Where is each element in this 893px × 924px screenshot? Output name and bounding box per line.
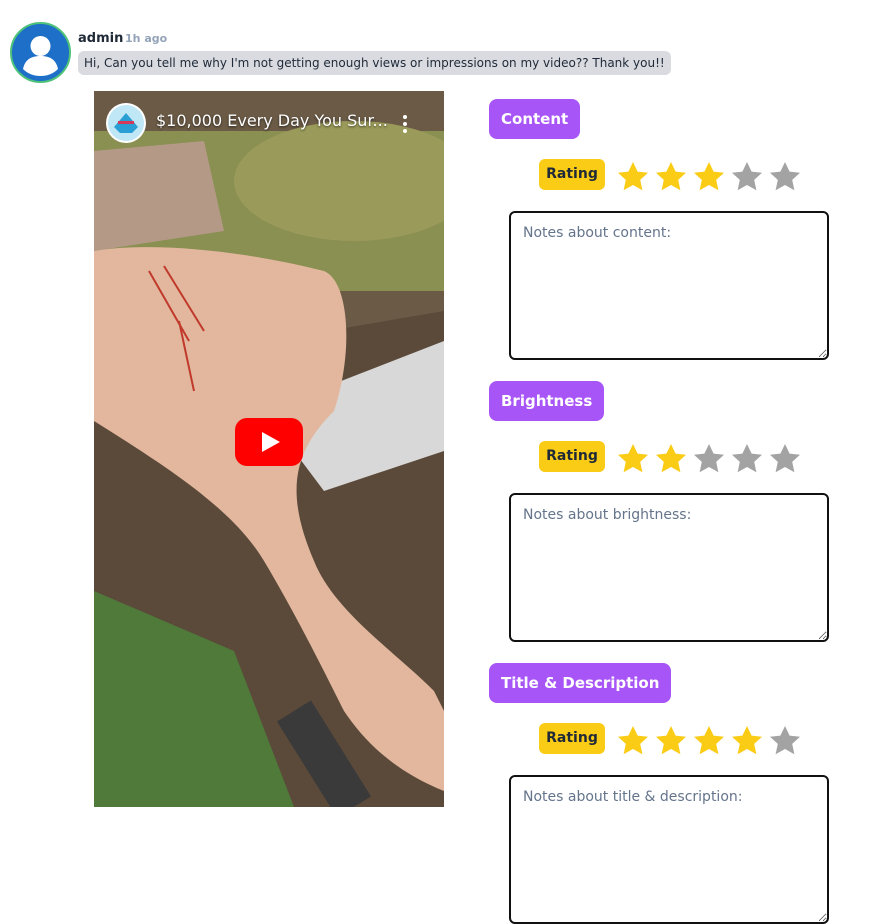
comment-timestamp: 1h ago xyxy=(125,32,168,45)
star-empty-icon[interactable] xyxy=(766,723,804,757)
video-embed[interactable]: $10,000 Every Day You Sur... xyxy=(94,91,444,807)
content-rating-stars[interactable] xyxy=(614,159,804,193)
star-filled-icon[interactable] xyxy=(728,723,766,757)
user-avatar-icon[interactable] xyxy=(10,22,71,83)
star-filled-icon[interactable] xyxy=(614,441,652,475)
brightness-notes-field[interactable] xyxy=(509,493,829,642)
star-filled-icon[interactable] xyxy=(652,159,690,193)
title-description-notes-field[interactable] xyxy=(509,775,829,924)
star-filled-icon[interactable] xyxy=(614,159,652,193)
star-filled-icon[interactable] xyxy=(652,723,690,757)
star-filled-icon[interactable] xyxy=(614,723,652,757)
brightness-rating-label: Rating xyxy=(539,441,605,472)
youtube-play-icon[interactable] xyxy=(235,418,303,466)
comment-message: Hi, Can you tell me why I'm not getting … xyxy=(78,51,671,75)
title-description-rating-label: Rating xyxy=(539,723,605,754)
content-rating-label: Rating xyxy=(539,159,605,190)
channel-avatar-icon[interactable] xyxy=(106,103,146,143)
star-empty-icon[interactable] xyxy=(690,441,728,475)
section-brightness-button[interactable]: Brightness xyxy=(489,381,605,421)
star-filled-icon[interactable] xyxy=(690,723,728,757)
star-empty-icon[interactable] xyxy=(766,159,804,193)
brightness-rating-stars[interactable] xyxy=(614,441,804,475)
title-description-rating-stars[interactable] xyxy=(614,723,804,757)
star-filled-icon[interactable] xyxy=(690,159,728,193)
content-notes-field[interactable] xyxy=(509,211,829,360)
video-title[interactable]: $10,000 Every Day You Sur... xyxy=(156,111,388,130)
comment-username[interactable]: admin xyxy=(78,31,123,46)
star-empty-icon[interactable] xyxy=(728,441,766,475)
star-filled-icon[interactable] xyxy=(652,441,690,475)
more-vert-icon[interactable] xyxy=(400,113,410,135)
section-title-description-button[interactable]: Title & Description xyxy=(489,663,672,703)
star-empty-icon[interactable] xyxy=(766,441,804,475)
star-empty-icon[interactable] xyxy=(728,159,766,193)
section-content-button[interactable]: Content xyxy=(489,99,581,139)
